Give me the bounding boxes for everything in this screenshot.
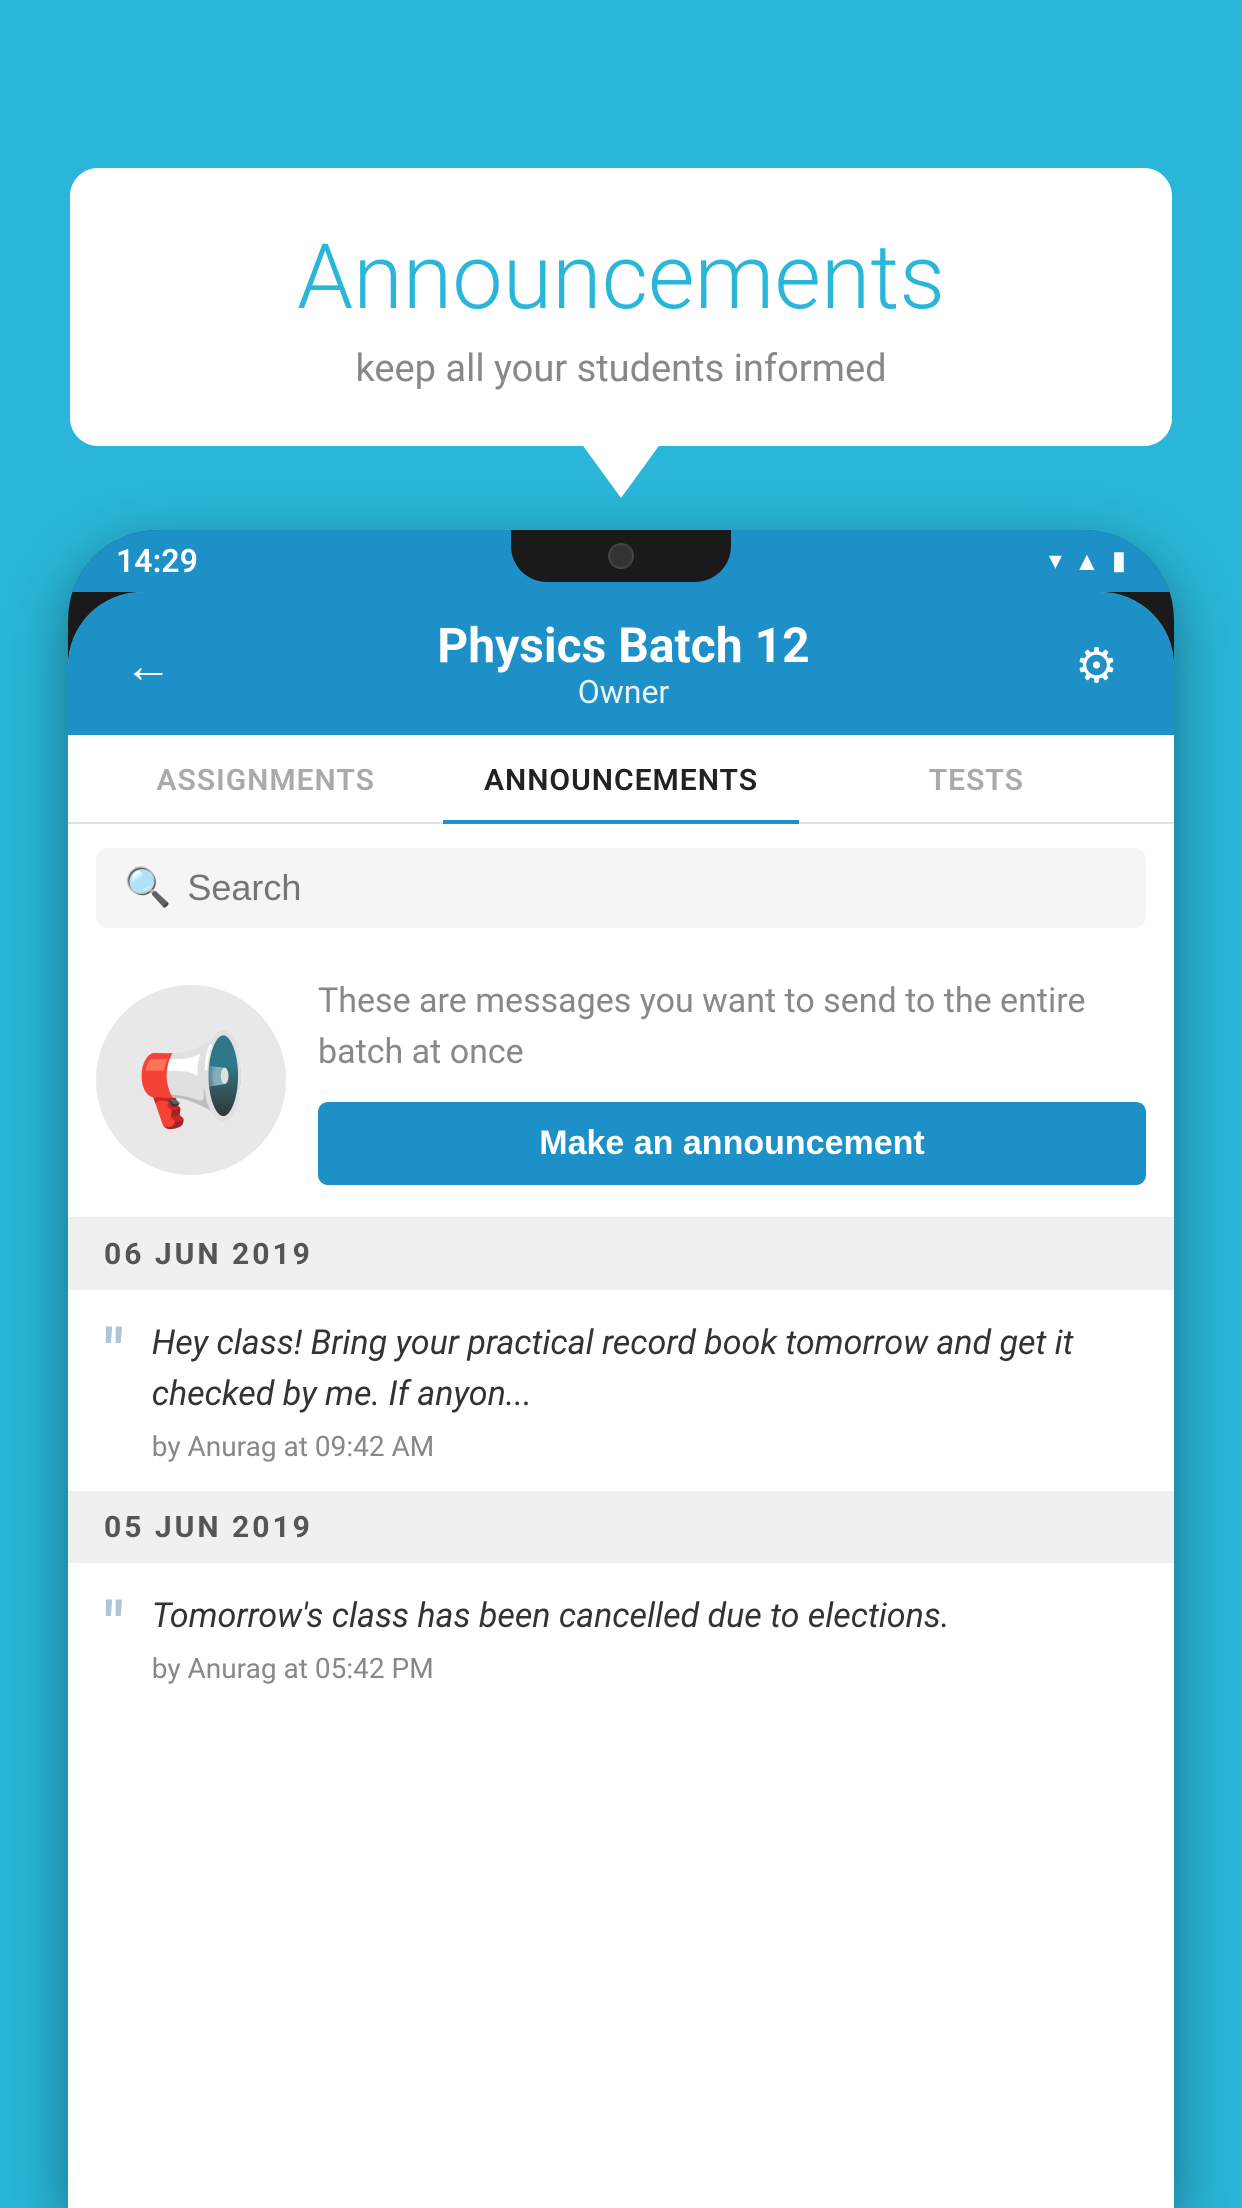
- wifi-icon: ▾: [1049, 546, 1062, 576]
- announcement-meta-1: by Anurag at 09:42 AM: [152, 1430, 1146, 1463]
- settings-button[interactable]: ⚙: [1067, 629, 1126, 702]
- announcement-promo: 📢 These are messages you want to send to…: [68, 948, 1174, 1219]
- signal-icon: ▲: [1074, 546, 1100, 577]
- notch: [511, 530, 731, 582]
- announcement-meta-2: by Anurag at 05:42 PM: [152, 1652, 1146, 1685]
- phone-frame: 14:29 ▾ ▲ ▮ ← Physics Batch 12 Owner ⚙ A…: [68, 530, 1174, 2208]
- search-bar[interactable]: 🔍: [96, 848, 1146, 928]
- tab-tests[interactable]: TESTS: [799, 735, 1154, 822]
- speech-bubble: Announcements keep all your students inf…: [70, 168, 1172, 446]
- make-announcement-button[interactable]: Make an announcement: [318, 1102, 1146, 1185]
- status-time: 14:29: [116, 542, 198, 580]
- promo-icon-circle: 📢: [96, 985, 286, 1175]
- batch-title: Physics Batch 12: [437, 620, 809, 673]
- quote-icon-1: ": [104, 1322, 124, 1384]
- header-center: Physics Batch 12 Owner: [437, 620, 809, 711]
- tabs-container: ASSIGNMENTS ANNOUNCEMENTS TESTS: [68, 735, 1174, 824]
- date-header-2: 05 JUN 2019: [68, 1492, 1174, 1563]
- search-input[interactable]: [187, 867, 1118, 909]
- promo-right: These are messages you want to send to t…: [318, 976, 1146, 1185]
- announcement-body-1: Hey class! Bring your practical record b…: [152, 1318, 1146, 1463]
- tab-announcements[interactable]: ANNOUNCEMENTS: [443, 735, 798, 822]
- app-content: ← Physics Batch 12 Owner ⚙ ASSIGNMENTS A…: [68, 592, 1174, 2208]
- announcement-item-1[interactable]: " Hey class! Bring your practical record…: [68, 1290, 1174, 1492]
- megaphone-icon: 📢: [135, 1028, 247, 1133]
- bubble-title: Announcements: [130, 228, 1112, 327]
- announcement-text-2: Tomorrow's class has been cancelled due …: [152, 1591, 1146, 1642]
- quote-icon-2: ": [104, 1595, 124, 1657]
- bubble-subtitle: keep all your students informed: [130, 347, 1112, 391]
- scroll-content: 🔍 📢 These are messages you want to send …: [68, 824, 1174, 2208]
- tab-assignments[interactable]: ASSIGNMENTS: [88, 735, 443, 822]
- announcement-body-2: Tomorrow's class has been cancelled due …: [152, 1591, 1146, 1685]
- search-icon: 🔍: [124, 866, 171, 910]
- promo-text: These are messages you want to send to t…: [318, 976, 1146, 1078]
- app-header: ← Physics Batch 12 Owner ⚙: [68, 592, 1174, 735]
- battery-icon: ▮: [1112, 546, 1126, 576]
- camera: [608, 543, 634, 569]
- back-button[interactable]: ←: [116, 629, 180, 702]
- batch-role: Owner: [437, 673, 809, 711]
- announcement-item-2[interactable]: " Tomorrow's class has been cancelled du…: [68, 1563, 1174, 1713]
- date-header-1: 06 JUN 2019: [68, 1219, 1174, 1290]
- status-icons: ▾ ▲ ▮: [1049, 546, 1126, 577]
- announcement-text-1: Hey class! Bring your practical record b…: [152, 1318, 1146, 1420]
